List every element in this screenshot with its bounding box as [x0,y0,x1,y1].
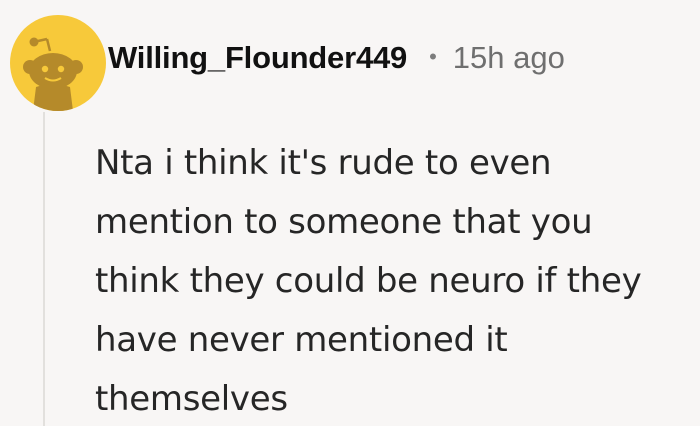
snoo-avatar-icon [23,37,83,111]
thread-line[interactable] [43,112,45,426]
comment-body-line: mention to someone that you [95,202,593,242]
comment: Willing_Flounder449 • 15h ago Nta i thin… [0,0,700,426]
comment-body-line: think they could be neuro if they [95,261,642,301]
comment-body: Nta i think it's rude to even mention to… [95,134,695,426]
comment-body-line: have never mentioned it [95,320,508,360]
comment-body-line: themselves [95,379,288,419]
avatar[interactable] [10,15,106,111]
timestamp[interactable]: 15h ago [453,40,565,76]
meta-separator: • [429,44,437,69]
comment-header: Willing_Flounder449 • 15h ago [108,36,565,80]
comment-body-line: Nta i think it's rude to even [95,143,552,183]
username-link[interactable]: Willing_Flounder449 [108,40,407,76]
